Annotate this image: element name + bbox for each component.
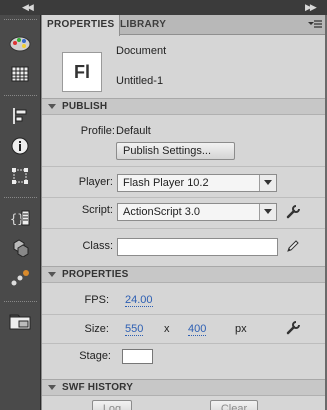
player-select-value: Flash Player 10.2: [123, 177, 209, 189]
section-title: PROPERTIES: [62, 269, 129, 280]
swatches-grid-icon[interactable]: [8, 63, 32, 85]
components-icon[interactable]: [8, 237, 32, 259]
color-palette-icon[interactable]: [8, 33, 32, 55]
transform-icon[interactable]: [8, 165, 32, 187]
class-input[interactable]: [117, 238, 278, 256]
width-value[interactable]: 550: [125, 323, 144, 336]
section-swf-history-header[interactable]: SWF HISTORY: [42, 379, 326, 396]
dock-grip[interactable]: [4, 301, 37, 303]
wrench-icon[interactable]: [286, 321, 300, 335]
divider: [42, 314, 326, 315]
collapse-arrow-icon[interactable]: [48, 385, 56, 390]
size-unit: px: [235, 323, 247, 335]
panel-title-strip: ◀◀ ▶▶: [0, 0, 327, 15]
stage-label: Stage:: [79, 350, 111, 362]
code-snippets-icon[interactable]: {}: [8, 207, 32, 229]
divider: [42, 228, 326, 229]
class-label: Class:: [82, 240, 113, 252]
size-separator: x: [164, 323, 170, 335]
wrench-icon[interactable]: [286, 205, 300, 219]
script-select-value: ActionScript 3.0: [123, 206, 201, 218]
document-type-label: Document: [116, 45, 167, 57]
publish-settings-button[interactable]: Publish Settings...: [116, 142, 235, 160]
collapse-arrow-icon[interactable]: [48, 272, 56, 277]
player-select[interactable]: Flash Player 10.2: [117, 174, 277, 192]
section-title: PUBLISH: [62, 101, 108, 112]
dock-grip[interactable]: [4, 19, 37, 21]
panel-tab-bar: PROPERTIES LIBRARY: [42, 15, 326, 36]
document-type-icon: Fl: [62, 52, 102, 92]
section-properties-header[interactable]: PROPERTIES: [42, 266, 326, 283]
divider: [42, 343, 326, 344]
collapse-arrow-icon[interactable]: [48, 104, 56, 109]
tool-dock: {}: [0, 15, 41, 410]
panel-menu-icon[interactable]: [308, 19, 322, 31]
tab-properties[interactable]: PROPERTIES: [42, 15, 121, 36]
log-button[interactable]: Log: [92, 400, 132, 410]
dock-grip[interactable]: [4, 197, 37, 199]
motion-presets-icon[interactable]: [8, 267, 32, 289]
divider: [42, 166, 326, 167]
fps-label: FPS:: [84, 294, 109, 306]
collapse-right-icon[interactable]: ▶▶: [305, 2, 317, 13]
size-label: Size:: [84, 323, 109, 335]
stage-color-swatch[interactable]: [122, 349, 153, 364]
section-publish-header[interactable]: PUBLISH: [42, 98, 326, 115]
player-label: Player:: [78, 176, 113, 188]
profile-label: Profile:: [80, 125, 115, 137]
properties-panel: PROPERTIES LIBRARY Fl Document Untitled-…: [41, 15, 326, 410]
divider: [42, 197, 326, 198]
height-value[interactable]: 400: [188, 323, 207, 336]
collapse-left-icon[interactable]: ◀◀: [22, 2, 34, 13]
chevron-down-icon[interactable]: [259, 175, 276, 191]
profile-value: Default: [116, 125, 151, 137]
tab-library[interactable]: LIBRARY: [115, 15, 171, 35]
document-name: Untitled-1: [116, 75, 164, 87]
fps-value[interactable]: 24.00: [125, 294, 153, 307]
dock-grip[interactable]: [4, 95, 37, 97]
align-icon[interactable]: [8, 105, 32, 127]
script-select[interactable]: ActionScript 3.0: [117, 203, 277, 221]
project-folder-icon[interactable]: [8, 311, 32, 333]
script-label: Script:: [81, 204, 113, 216]
chevron-down-icon[interactable]: [259, 204, 276, 220]
pencil-icon[interactable]: [286, 239, 300, 253]
section-title: SWF HISTORY: [62, 382, 134, 393]
info-icon[interactable]: [8, 135, 32, 157]
clear-button[interactable]: Clear: [210, 400, 258, 410]
